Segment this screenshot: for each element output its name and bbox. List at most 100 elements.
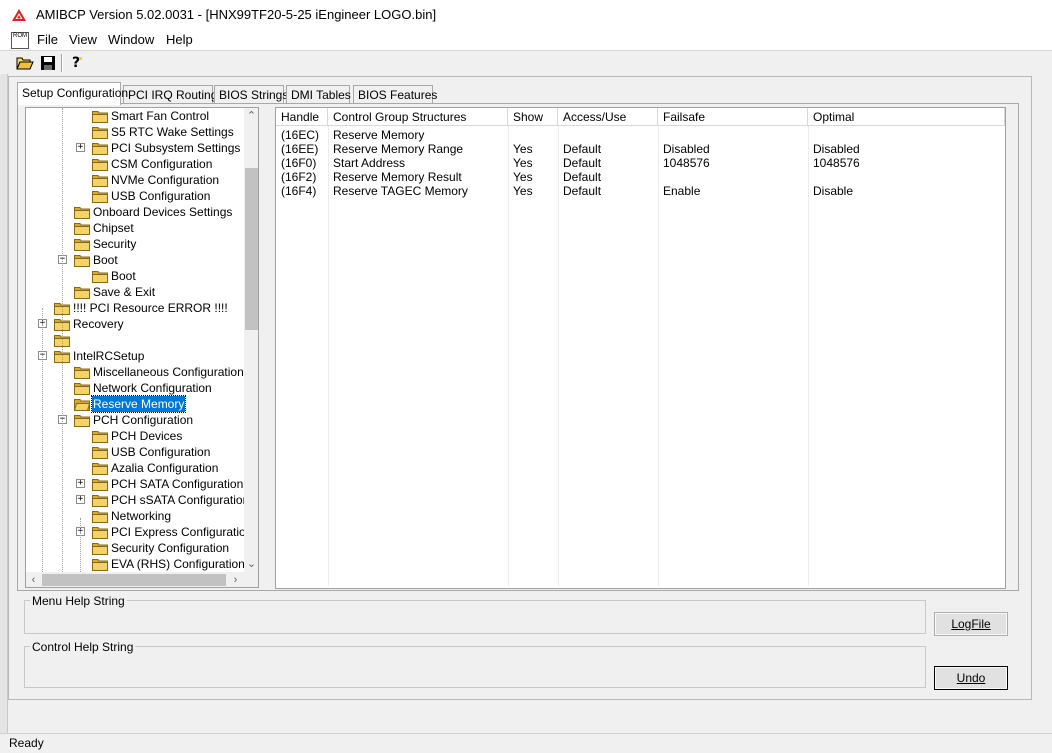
table-cell[interactable]: Disabled — [658, 142, 710, 156]
expand-icon[interactable]: + — [76, 143, 85, 152]
tree-item[interactable]: − Boot — [26, 252, 246, 268]
column-header-handle[interactable]: Handle — [276, 108, 328, 126]
table-cell[interactable]: Default — [558, 142, 601, 156]
scroll-down-arrow-icon[interactable]: ⌄ — [244, 556, 258, 572]
tree-item[interactable]: − IntelRCSetup — [26, 348, 246, 364]
tree-item[interactable]: S5 RTC Wake Settings — [26, 124, 246, 140]
table-cell[interactable] — [558, 128, 563, 142]
scroll-up-arrow-icon[interactable]: ⌃ — [244, 108, 258, 124]
table-cell[interactable]: Yes — [508, 156, 533, 170]
tree-item[interactable]: Azalia Configuration — [26, 460, 246, 476]
menu-view[interactable]: View — [67, 32, 99, 47]
table-cell[interactable]: (16F4) — [276, 184, 316, 198]
table-cell[interactable]: Enable — [658, 184, 700, 198]
tab-dmi-tables[interactable]: DMI Tables — [286, 85, 351, 104]
tree-item[interactable]: EVA (RHS) Configuration — [26, 556, 246, 572]
table-cell[interactable]: Start Address — [328, 156, 405, 170]
tree-item[interactable]: !!!! PCI Resource ERROR !!!! — [26, 300, 246, 316]
tree-item[interactable]: PCH Devices — [26, 428, 246, 444]
table-cell[interactable] — [808, 128, 813, 142]
table-cell[interactable]: 1048576 — [808, 156, 860, 170]
tree-horizontal-scroll-thumb[interactable] — [42, 574, 226, 586]
folder-icon — [92, 495, 108, 507]
folder-icon — [74, 367, 90, 379]
tree-item[interactable]: Reserve Memory — [26, 395, 246, 413]
scroll-left-arrow-icon[interactable]: ‹ — [26, 572, 41, 587]
menu-window[interactable]: Window — [106, 32, 156, 47]
tree-item[interactable]: + Recovery — [26, 316, 246, 332]
table-cell[interactable]: Yes — [508, 170, 533, 184]
tree-item[interactable]: + PCI Subsystem Settings — [26, 140, 246, 156]
tree-item[interactable]: Networking — [26, 508, 246, 524]
column-header-optimal[interactable]: Optimal — [808, 108, 1005, 126]
table-cell[interactable]: Yes — [508, 142, 533, 156]
control-group-table[interactable]: Handle Control Group Structures Show Acc… — [275, 107, 1006, 589]
tree-item[interactable]: USB Configuration — [26, 188, 246, 204]
tree-item[interactable]: + PCH sSATA Configuration — [26, 492, 246, 508]
table-cell[interactable]: 1048576 — [658, 156, 710, 170]
table-cell[interactable]: Yes — [508, 184, 533, 198]
table-cell[interactable]: (16F2) — [276, 170, 316, 184]
save-button[interactable] — [37, 53, 59, 73]
background-window-edge — [0, 74, 8, 734]
logfile-button[interactable]: LogFile — [934, 612, 1008, 636]
open-button[interactable] — [14, 53, 36, 73]
table-cell[interactable]: (16EE) — [276, 142, 318, 156]
tree-vertical-scroll-thumb[interactable] — [245, 168, 258, 330]
menu-help[interactable]: Help — [164, 32, 195, 47]
table-cell[interactable] — [658, 170, 663, 184]
table-cell[interactable]: Reserve Memory Range — [328, 142, 463, 156]
tab-pci-irq-routing[interactable]: PCI IRQ Routing — [123, 85, 217, 104]
column-header-access-use[interactable]: Access/Use — [558, 108, 658, 126]
column-header-show[interactable]: Show — [508, 108, 558, 126]
table-cell[interactable]: Disabled — [808, 142, 860, 156]
table-cell[interactable]: Reserve Memory — [328, 128, 424, 142]
open-folder-icon — [16, 57, 34, 70]
table-cell[interactable]: Reserve Memory Result — [328, 170, 462, 184]
tree-item[interactable]: Miscellaneous Configuration — [26, 364, 246, 380]
help-button[interactable]: ? — [66, 53, 88, 73]
undo-button[interactable]: Undo — [934, 666, 1008, 690]
table-cell[interactable] — [508, 128, 513, 142]
column-header-failsafe[interactable]: Failsafe — [658, 108, 808, 126]
tree-item[interactable]: Network Configuration — [26, 380, 246, 396]
tab-setup-configuration[interactable]: Setup Configuration — [17, 82, 128, 105]
scroll-right-arrow-icon[interactable]: › — [228, 572, 243, 587]
table-cell[interactable]: Default — [558, 184, 601, 198]
folder-icon — [92, 175, 108, 187]
tab-bios-features[interactable]: BIOS Features — [353, 85, 437, 104]
tree-item[interactable]: Smart Fan Control — [26, 108, 246, 124]
tree-item[interactable]: + PCH SATA Configuration — [26, 476, 246, 492]
tree-item[interactable]: NVMe Configuration — [26, 172, 246, 188]
tree-item[interactable] — [26, 332, 246, 348]
table-cell[interactable] — [658, 128, 663, 142]
table-cell[interactable] — [808, 170, 813, 184]
tree-item[interactable]: CSM Configuration — [26, 156, 246, 172]
tree-item[interactable]: Chipset — [26, 220, 246, 236]
tab-bios-strings[interactable]: BIOS Strings — [214, 85, 288, 104]
tree-item[interactable]: Security — [26, 236, 246, 252]
tree-item[interactable]: Boot — [26, 268, 246, 284]
expand-icon[interactable]: + — [76, 495, 85, 504]
tree-horizontal-scrollbar[interactable]: ‹ › — [26, 572, 258, 587]
tree-item[interactable]: Save & Exit — [26, 284, 246, 300]
status-text: Ready — [9, 736, 44, 750]
table-cell[interactable]: (16EC) — [276, 128, 319, 142]
document-icon[interactable]: ROM — [11, 32, 29, 49]
setup-tree[interactable]: Smart Fan Control S5 RTC Wake Settings + PC… — [25, 107, 259, 588]
tree-item[interactable]: + PCI Express Configuration — [26, 524, 246, 540]
table-cell[interactable]: Disable — [808, 184, 853, 198]
column-header-control-group[interactable]: Control Group Structures — [328, 108, 508, 126]
tree-item[interactable]: Security Configuration — [26, 540, 246, 556]
tree-item[interactable]: − PCH Configuration — [26, 412, 246, 428]
tree-item-label: PCH sSATA Configuration — [111, 493, 246, 507]
tree-item[interactable]: USB Configuration — [26, 444, 246, 460]
table-cell[interactable]: Default — [558, 156, 601, 170]
expand-icon[interactable]: + — [76, 479, 85, 488]
table-cell[interactable]: Reserve TAGEC Memory — [328, 184, 468, 198]
menu-file[interactable]: File — [35, 32, 60, 47]
tree-item[interactable]: Onboard Devices Settings — [26, 204, 246, 220]
table-cell[interactable]: (16F0) — [276, 156, 316, 170]
tree-vertical-scrollbar[interactable]: ⌃ ⌄ — [244, 108, 258, 572]
table-cell[interactable]: Default — [558, 170, 601, 184]
